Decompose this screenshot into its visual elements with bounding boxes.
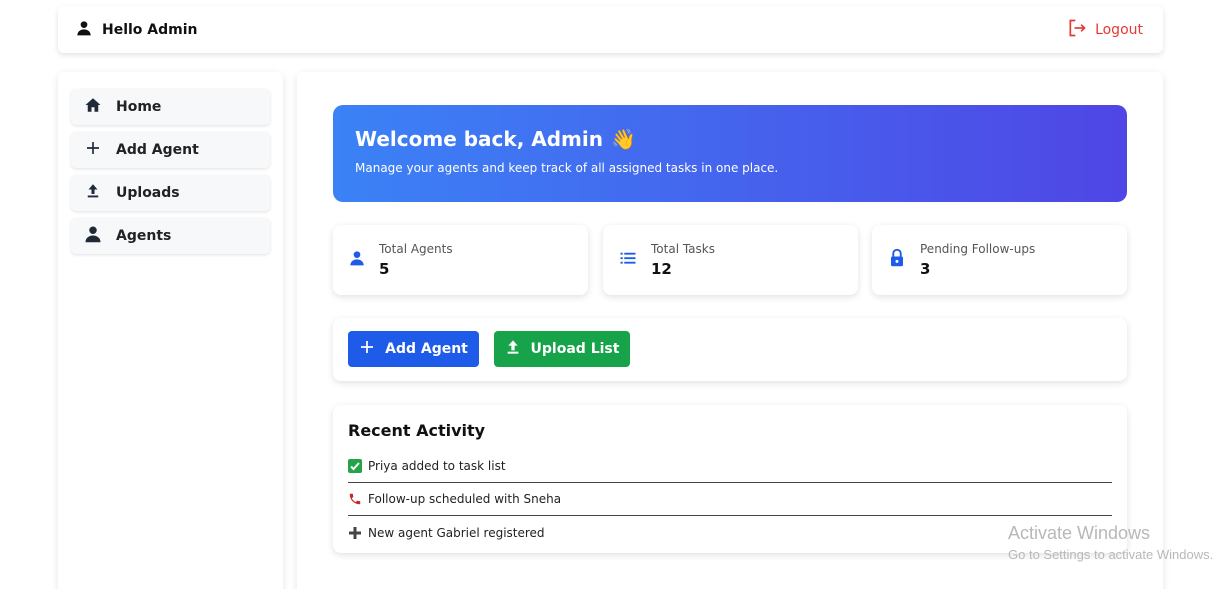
greeting-text: Hello Admin [102, 21, 198, 38]
list-item: New agent Gabriel registered [348, 516, 1112, 549]
phone-icon [348, 492, 362, 506]
sidebar-item-label: Home [116, 99, 162, 115]
sidebar-item-add-agent[interactable]: Add Agent [71, 132, 270, 168]
watermark-title: Activate Windows [1008, 523, 1151, 543]
stat-label: Total Tasks [651, 242, 715, 256]
user-icon [349, 250, 365, 270]
welcome-title: Welcome back, Admin 👋 [355, 127, 1105, 151]
sidebar-item-agents[interactable]: Agents [71, 218, 270, 254]
stat-value: 3 [920, 260, 931, 278]
add-agent-label: Add Agent [385, 341, 468, 357]
user-icon [76, 20, 92, 40]
welcome-subtitle: Manage your agents and keep track of all… [355, 161, 779, 175]
welcome-title-text: Welcome back, Admin [355, 127, 603, 151]
list-item: Priya added to task list [348, 450, 1112, 483]
logout-button[interactable]: Logout [1067, 18, 1143, 42]
sidebar-item-home[interactable]: Home [71, 89, 270, 125]
stat-card-pending-follow-ups: Pending Follow-ups 3 [872, 225, 1127, 295]
activity-text: New agent Gabriel registered [368, 525, 545, 540]
activity-text: Priya added to task list [368, 459, 506, 473]
sidebar-item-label: Uploads [116, 185, 180, 201]
welcome-banner: Welcome back, Admin 👋 Manage your agents… [333, 105, 1127, 202]
check-icon [348, 459, 362, 473]
activate-windows-watermark: Activate Windows Go to Settings to activ… [1008, 523, 1213, 562]
home-icon [84, 96, 102, 118]
stat-value: 12 [651, 260, 672, 278]
recent-activity-title: Recent Activity [348, 421, 486, 440]
lock-icon [888, 248, 906, 272]
plus-icon [84, 139, 102, 161]
upload-list-button[interactable]: Upload List [494, 331, 630, 367]
stat-card-total-agents: Total Agents 5 [333, 225, 588, 295]
stat-card-total-tasks: Total Tasks 12 [603, 225, 858, 295]
list-item: Follow-up scheduled with Sneha [348, 483, 1112, 516]
add-agent-button[interactable]: Add Agent [348, 331, 479, 367]
list-icon [619, 249, 637, 271]
quick-actions-card: Add Agent Upload List [333, 318, 1127, 381]
sidebar-item-uploads[interactable]: Uploads [71, 175, 270, 211]
stat-label: Pending Follow-ups [920, 242, 1036, 256]
plus-icon [359, 339, 375, 359]
main-content: Welcome back, Admin 👋 Manage your agents… [297, 72, 1163, 589]
sidebar-item-label: Add Agent [116, 142, 199, 158]
user-icon [84, 225, 102, 247]
watermark-subtitle: Go to Settings to activate Windows. [1008, 547, 1214, 562]
stat-value: 5 [379, 260, 390, 278]
upload-icon [505, 339, 521, 359]
upload-icon [84, 182, 102, 204]
stat-label: Total Agents [379, 242, 453, 256]
greeting: Hello Admin [76, 20, 198, 40]
waving-hand-icon: 👋 [611, 127, 636, 151]
top-bar: Hello Admin Logout [58, 6, 1163, 53]
sidebar-item-label: Agents [116, 228, 172, 244]
upload-list-label: Upload List [530, 341, 620, 357]
plus-icon [348, 526, 362, 540]
logout-icon [1067, 18, 1087, 42]
activity-text: Follow-up scheduled with Sneha [368, 492, 562, 506]
sidebar: Home Add Agent Uploads Agents [58, 72, 283, 589]
logout-label: Logout [1095, 21, 1143, 38]
